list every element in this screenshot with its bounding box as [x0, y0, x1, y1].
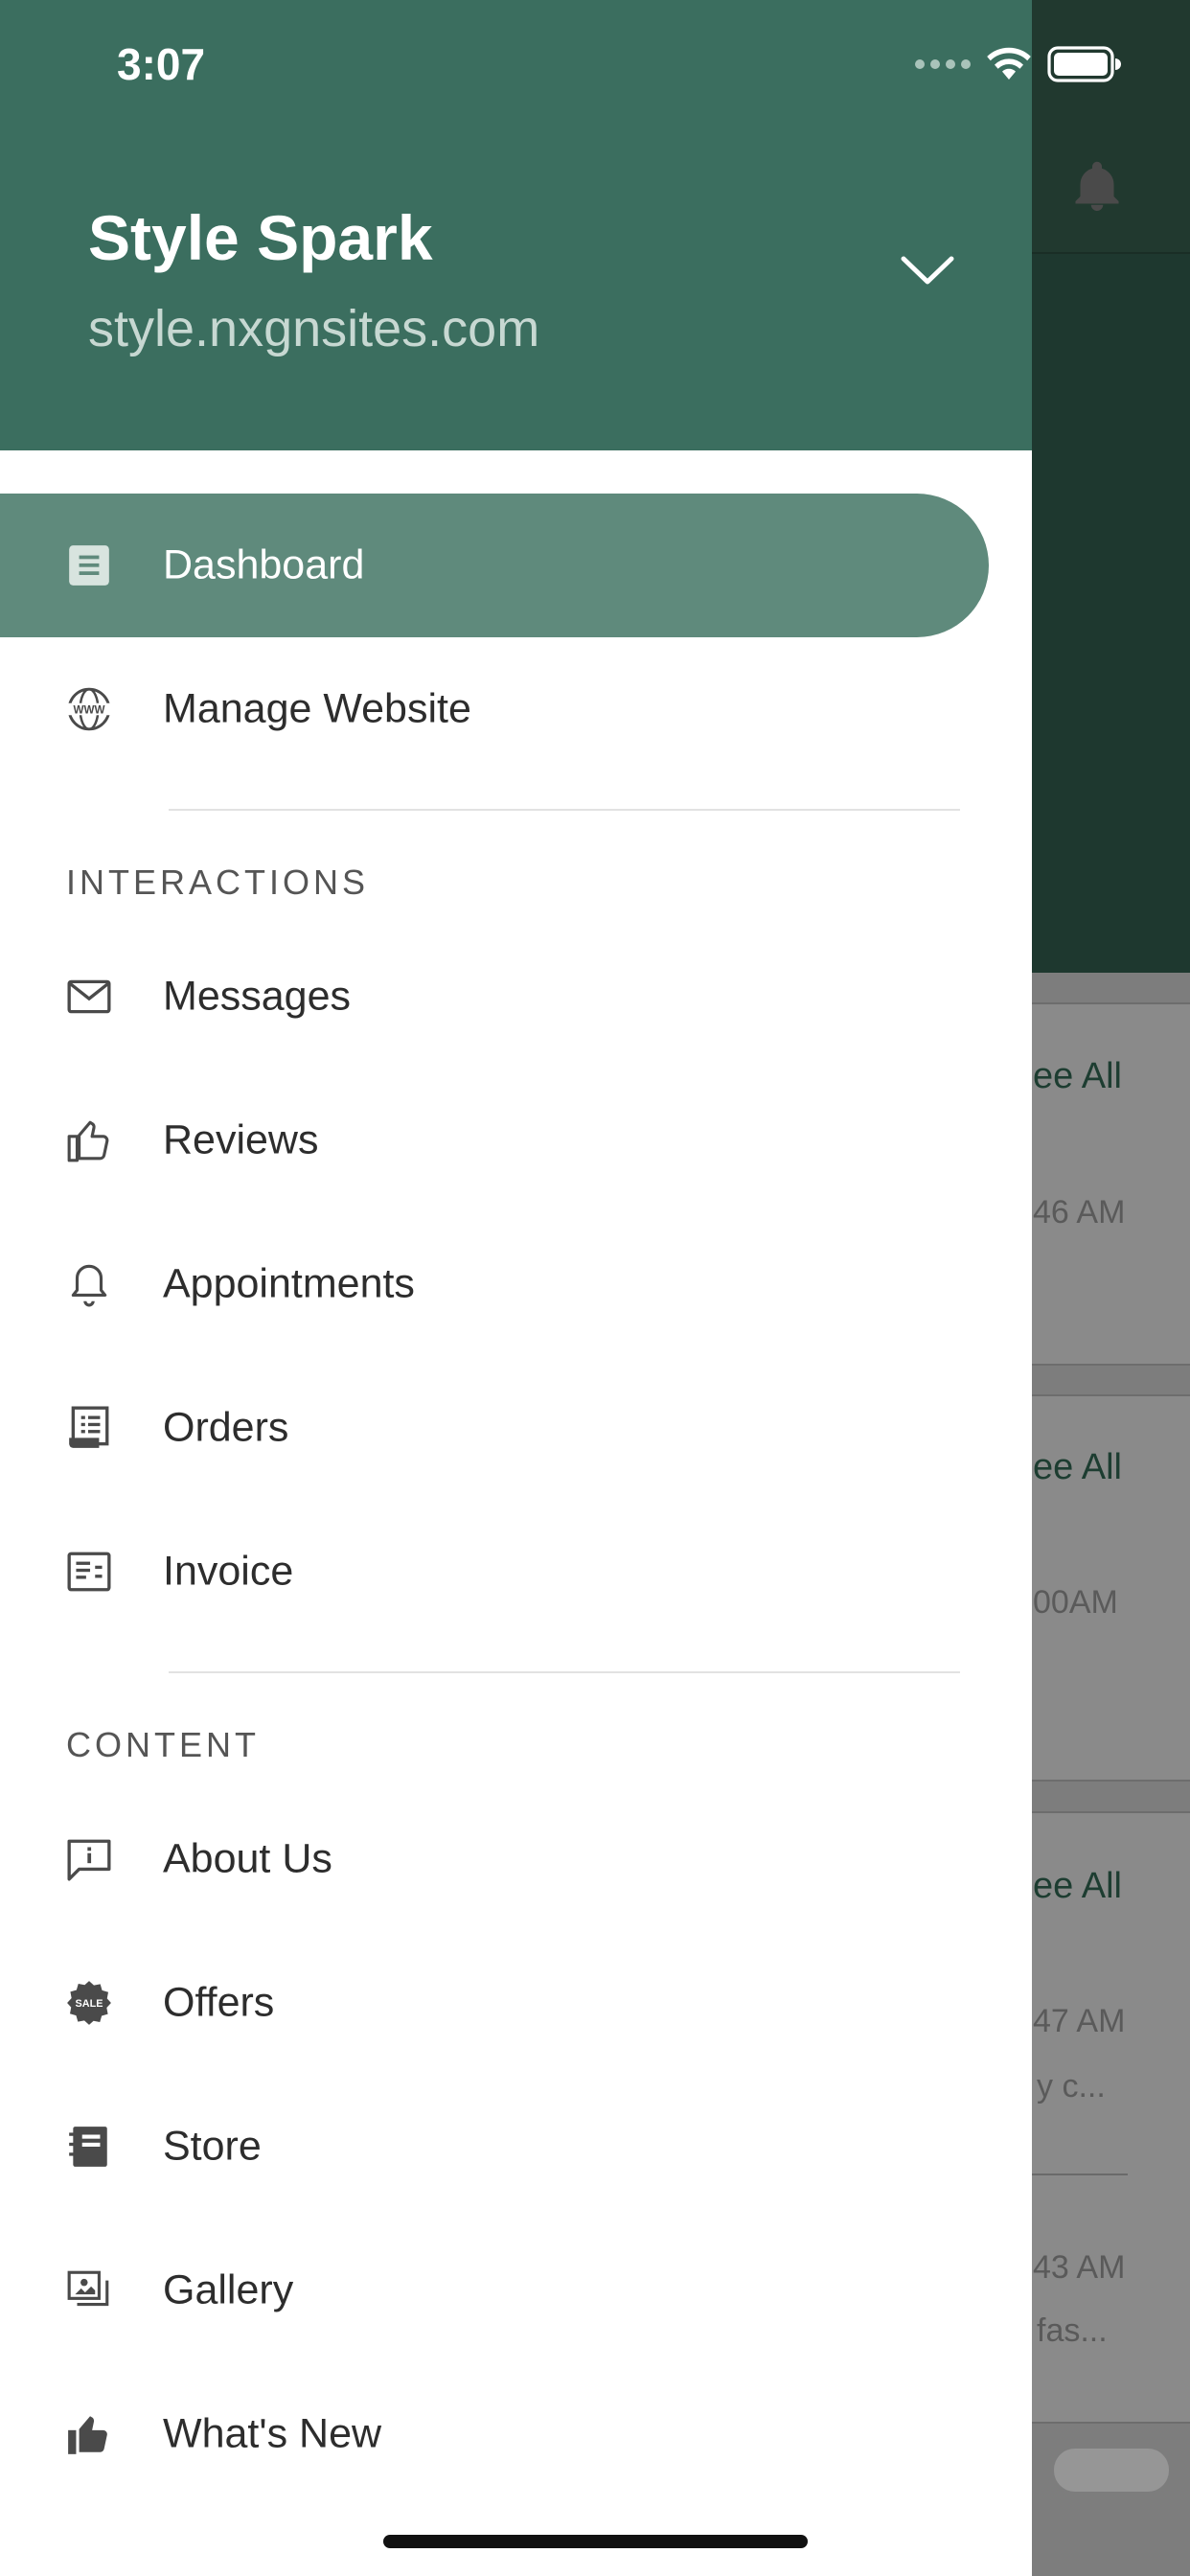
navigation-drawer: 3:07 Style Spark style.nxgnsites.com Das…	[0, 0, 1121, 2576]
wifi-icon	[987, 47, 1031, 80]
section-title-content: CONTENT	[66, 1725, 260, 1764]
menu-label: Messages	[163, 973, 351, 1020]
card-time: 00AM	[1033, 1584, 1118, 1621]
section-title-interactions: INTERACTIONS	[66, 862, 370, 902]
menu-item-whats-new[interactable]: What's New	[0, 2362, 1032, 2506]
menu-label: Appointments	[163, 1260, 415, 1307]
see-all-link[interactable]: ee All	[1033, 1447, 1122, 1488]
menu-label: Invoice	[163, 1548, 294, 1595]
card-time: 43 AM	[1033, 2249, 1126, 2286]
card-time: 46 AM	[1033, 1194, 1126, 1230]
site-url: style.nxgnsites.com	[88, 300, 540, 357]
active-indicator	[0, 494, 989, 637]
notification-bell-icon[interactable]	[1068, 158, 1126, 216]
card-subtitle: fas...	[1037, 2312, 1108, 2349]
menu-item-appointments[interactable]: Appointments	[0, 1212, 1032, 1356]
sale-badge-text: SALE	[76, 1998, 103, 2010]
menu-label: Gallery	[163, 2266, 294, 2313]
menu-item-orders[interactable]: Orders	[0, 1356, 1032, 1500]
chevron-down-icon[interactable]	[899, 251, 956, 289]
gallery-icon	[67, 2270, 109, 2307]
dashboard-icon	[69, 545, 109, 586]
menu-item-about-us[interactable]: About Us	[0, 1787, 1032, 1931]
menu-label: Reviews	[163, 1116, 319, 1163]
status-time: 3:07	[117, 39, 206, 89]
bell-icon	[71, 1264, 107, 1307]
envelope-icon	[67, 979, 111, 1014]
menu-item-store[interactable]: Store	[0, 2075, 1032, 2219]
home-indicator[interactable]	[383, 2535, 808, 2548]
menu-label: Manage Website	[163, 685, 471, 732]
menu-item-dashboard[interactable]: Dashboard	[0, 494, 1032, 637]
globe-www-icon: WWW	[65, 687, 113, 731]
signal-icon	[915, 59, 971, 69]
thumbs-up-icon	[67, 1120, 109, 1162]
status-icons	[915, 46, 1122, 82]
site-title: Style Spark	[88, 202, 433, 273]
info-chat-icon	[67, 1839, 111, 1881]
card-subtitle: y c...	[1037, 2068, 1106, 2104]
menu-item-offers[interactable]: SALE Offers	[0, 1931, 1032, 2075]
invoice-icon	[67, 1552, 111, 1592]
svg-text:WWW: WWW	[73, 704, 104, 717]
menu-label: Offers	[163, 1979, 275, 2026]
menu-item-reviews[interactable]: Reviews	[0, 1069, 1032, 1212]
section-divider	[169, 809, 960, 811]
sale-badge-icon: SALE	[67, 1981, 111, 2025]
section-divider	[169, 1671, 960, 1673]
background-pill	[1054, 2449, 1169, 2492]
see-all-link[interactable]: ee All	[1033, 1056, 1122, 1097]
menu-item-messages[interactable]: Messages	[0, 925, 1032, 1069]
thumbs-up-filled-icon	[68, 2416, 107, 2454]
drawer-header: 3:07 Style Spark style.nxgnsites.com	[0, 0, 1121, 450]
battery-icon	[1047, 46, 1121, 82]
see-all-link[interactable]: ee All	[1033, 1866, 1122, 1907]
menu-item-manage-website[interactable]: WWW Manage Website	[0, 637, 1032, 781]
menu-label: Orders	[163, 1404, 289, 1451]
menu-label: Dashboard	[163, 541, 365, 588]
menu-label: What's New	[163, 2410, 382, 2457]
menu-label: Store	[163, 2123, 262, 2170]
menu-label: About Us	[163, 1835, 332, 1882]
menu-item-gallery[interactable]: Gallery	[0, 2219, 1032, 2362]
menu-item-invoice[interactable]: Invoice	[0, 1500, 1032, 1644]
card-divider	[1032, 2174, 1128, 2175]
store-book-icon	[69, 2127, 107, 2167]
receipt-icon	[69, 1406, 109, 1448]
card-time: 47 AM	[1033, 2003, 1126, 2039]
